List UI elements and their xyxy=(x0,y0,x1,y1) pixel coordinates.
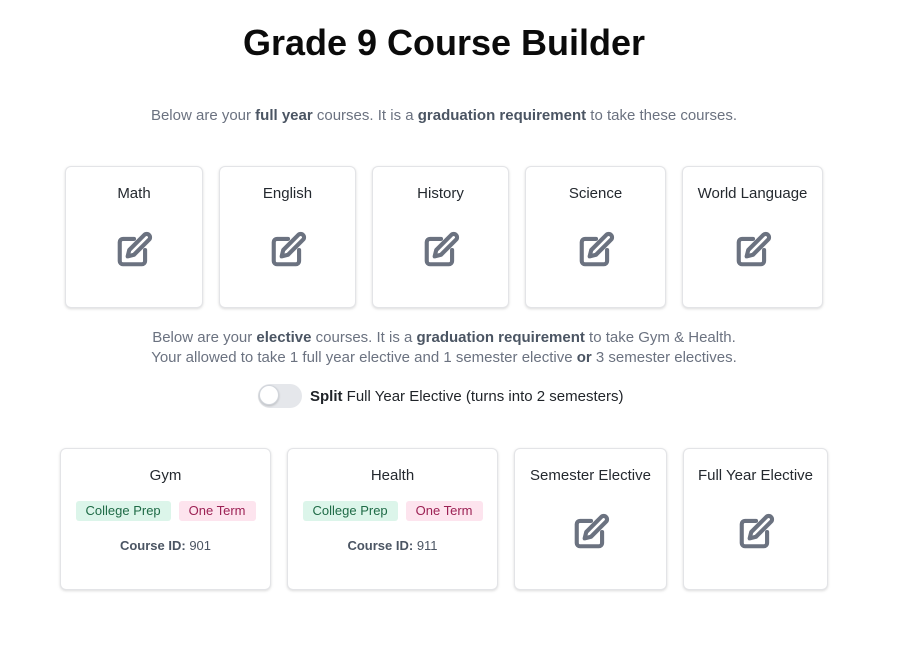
intro-emphasis: graduation requirement xyxy=(416,329,585,346)
one-term-badge: One Term xyxy=(178,501,256,521)
course-card-semester-elective[interactable]: Semester Elective xyxy=(514,448,667,590)
intro-emphasis: full year xyxy=(255,107,313,124)
edit-icon[interactable] xyxy=(737,513,775,551)
course-card-history[interactable]: History xyxy=(372,166,509,308)
course-card-english[interactable]: English xyxy=(219,166,356,308)
course-id-value: 911 xyxy=(416,538,438,553)
course-card-world-language[interactable]: World Language xyxy=(682,166,823,308)
course-id: Course ID: 911 xyxy=(288,538,497,553)
intro-text: Your allowed to take 1 full year electiv… xyxy=(151,349,577,366)
course-card-label: Science xyxy=(568,185,623,202)
college-prep-badge: College Prep xyxy=(75,501,171,521)
split-elective-toggle-row: Split Full Year Elective (turns into 2 s… xyxy=(258,384,623,408)
elective-courses-intro: Below are your elective courses. It is a… xyxy=(0,328,888,368)
course-card-label: Semester Elective xyxy=(530,467,651,484)
course-badges: College Prep One Term xyxy=(61,501,270,521)
edit-icon[interactable] xyxy=(734,231,772,269)
course-card-label: Health xyxy=(370,467,415,484)
intro-text: Below are your xyxy=(152,329,257,346)
course-id: Course ID: 901 xyxy=(61,538,270,553)
core-courses-intro: Below are your full year courses. It is … xyxy=(0,106,888,126)
course-card-health[interactable]: Health College Prep One Term Course ID: … xyxy=(287,448,498,590)
intro-line: Below are your elective courses. It is a… xyxy=(0,328,888,348)
intro-emphasis: or xyxy=(576,349,592,366)
course-card-science[interactable]: Science xyxy=(525,166,666,308)
intro-text: to take these courses. xyxy=(586,107,738,124)
course-card-full-year-elective[interactable]: Full Year Elective xyxy=(683,448,828,590)
course-badges: College Prep One Term xyxy=(288,501,497,521)
course-id-value: 901 xyxy=(189,538,212,553)
course-card-gym[interactable]: Gym College Prep One Term Course ID: 901 xyxy=(60,448,271,590)
course-card-label: History xyxy=(417,185,464,202)
switch-knob xyxy=(259,385,279,405)
edit-icon[interactable] xyxy=(572,513,610,551)
toggle-label-emphasis: Split xyxy=(310,387,343,405)
course-card-label: English xyxy=(262,185,313,202)
course-id-label: Course ID: xyxy=(119,538,186,553)
split-elective-switch[interactable] xyxy=(258,384,302,408)
intro-text: courses. It is a xyxy=(312,107,418,124)
toggle-label-text: Full Year Elective (turns into 2 semeste… xyxy=(342,387,624,405)
course-id-label: Course ID: xyxy=(347,538,414,553)
course-card-label: World Language xyxy=(697,185,808,202)
edit-icon[interactable] xyxy=(115,231,153,269)
edit-icon[interactable] xyxy=(577,231,615,269)
intro-line: Your allowed to take 1 full year electiv… xyxy=(0,348,888,368)
edit-icon[interactable] xyxy=(269,231,307,269)
intro-text: to take Gym & Health. xyxy=(584,329,736,346)
course-card-label: Full Year Elective xyxy=(697,467,814,484)
intro-emphasis: graduation requirement xyxy=(417,107,587,124)
edit-icon[interactable] xyxy=(422,231,460,269)
course-builder-page: Grade 9 Course Builder Below are your fu… xyxy=(0,0,913,650)
one-term-badge: One Term xyxy=(405,501,483,521)
intro-emphasis: elective xyxy=(256,329,312,346)
split-elective-label: Split Full Year Elective (turns into 2 s… xyxy=(310,388,623,405)
intro-text: courses. It is a xyxy=(311,329,417,346)
college-prep-badge: College Prep xyxy=(302,501,398,521)
course-card-label: Gym xyxy=(149,467,182,484)
course-card-math[interactable]: Math xyxy=(65,166,203,308)
page-title: Grade 9 Course Builder xyxy=(242,22,646,63)
course-card-label: Math xyxy=(117,185,151,202)
intro-text: 3 semester electives. xyxy=(591,349,737,366)
intro-text: Below are your xyxy=(150,107,256,124)
